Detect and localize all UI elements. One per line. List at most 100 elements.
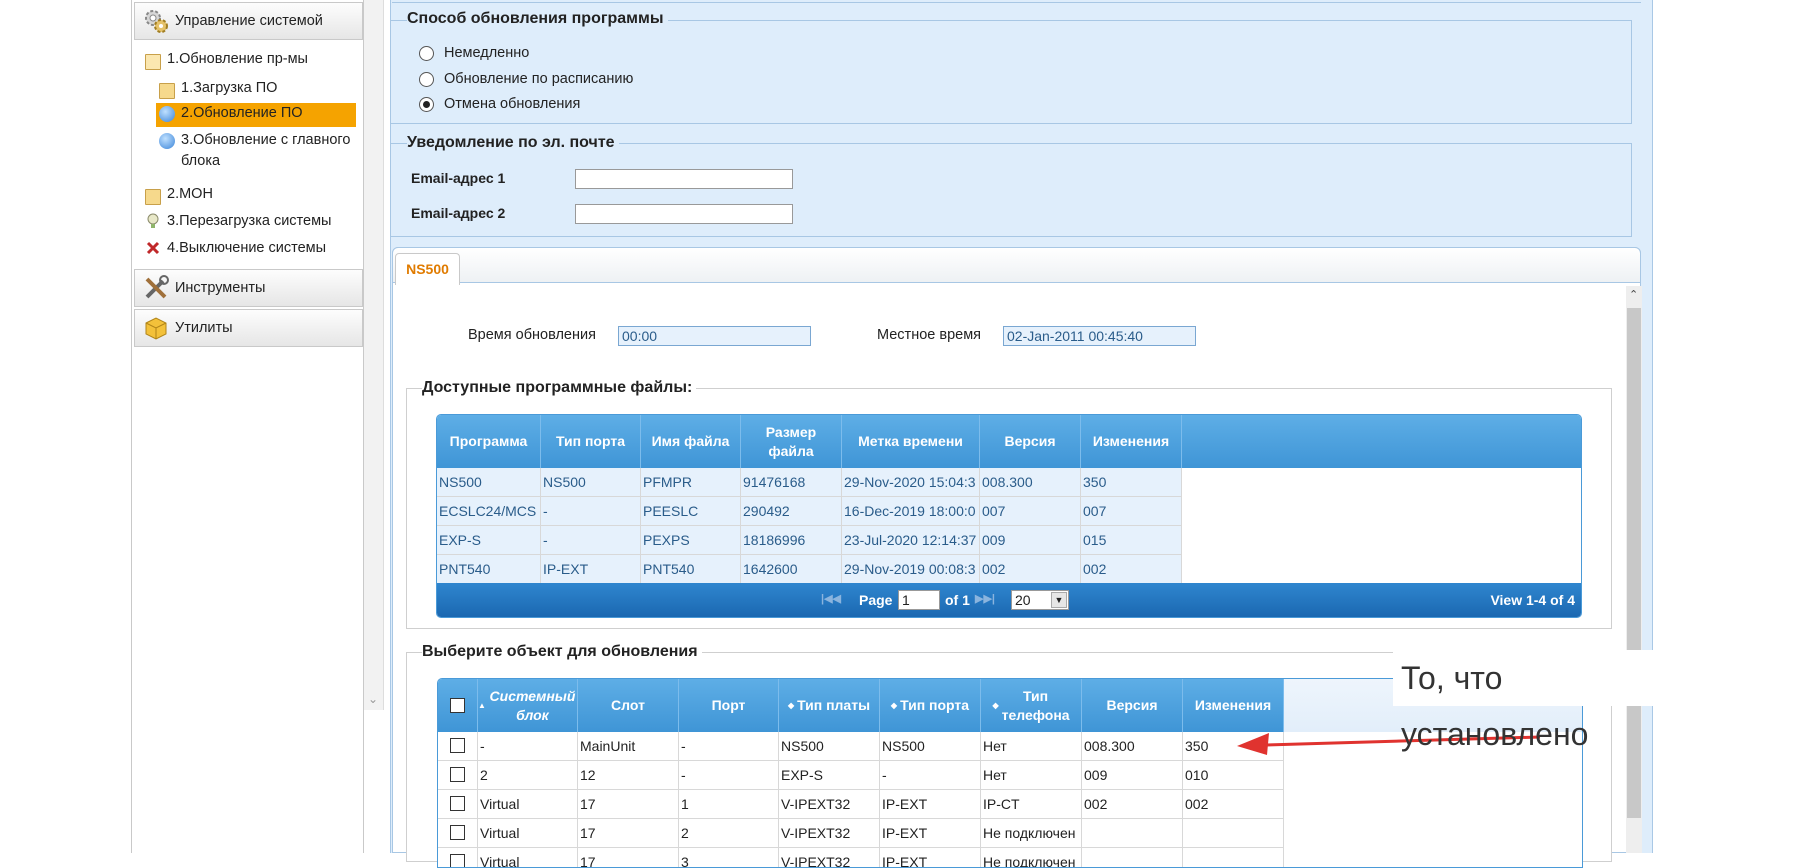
col-timestamp[interactable]: Метка времени xyxy=(842,415,980,468)
col-label: Тип платы xyxy=(797,697,871,713)
chevron-down-icon: ⌄ xyxy=(368,692,379,706)
sidebar-item-software-upgrade[interactable]: 2.Обновление ПО xyxy=(156,103,356,127)
table-cell xyxy=(1183,819,1284,848)
sidebar-item-mon[interactable]: 2.МОН xyxy=(145,184,213,205)
row-checkbox[interactable] xyxy=(450,738,465,753)
col-version[interactable]: Версия xyxy=(980,415,1081,468)
table-cell: Virtual xyxy=(478,790,578,819)
table-row[interactable]: PNT540 IP-EXT PNT540 1642600 29-Nov-2019 00:… xyxy=(437,555,1581,584)
radio-label: Обновление по расписанию xyxy=(444,71,634,87)
tab-ns500[interactable]: NS500 xyxy=(395,253,460,285)
pager-first-icon[interactable]: |◀◀ xyxy=(821,592,841,605)
table-cell: 17 xyxy=(578,819,679,848)
scrollbar-thumb[interactable] xyxy=(1627,308,1641,818)
table-row[interactable]: NS500 NS500 PFMPR 91476168 29-Nov-2020 15:04… xyxy=(437,468,1581,497)
close-icon xyxy=(145,240,161,256)
email-1-input[interactable] xyxy=(575,169,793,189)
table-row[interactable]: 2 12- EXP-S - Нет 009 010 xyxy=(438,761,1582,790)
table-cell: EXP-S xyxy=(779,761,880,790)
update-time-input[interactable] xyxy=(618,326,811,346)
table-cell: V-IPEXT32 xyxy=(779,790,880,819)
sidebar-item-shutdown[interactable]: 4.Выключение системы xyxy=(145,238,326,259)
table-cell: 002 xyxy=(1183,790,1284,819)
col-program[interactable]: Программа xyxy=(437,415,541,468)
row-checkbox[interactable] xyxy=(450,854,465,867)
col-phone-type[interactable]: ◆ Тип телефона xyxy=(981,679,1082,732)
select-all-checkbox[interactable] xyxy=(450,698,465,713)
table-cell: 12 xyxy=(578,761,679,790)
radio-circle[interactable] xyxy=(419,71,434,87)
email-2-input[interactable] xyxy=(575,204,793,224)
table-cell: PEESLC xyxy=(641,497,741,526)
table-cell: - xyxy=(541,526,641,555)
row-checkbox[interactable] xyxy=(450,796,465,811)
table-cell: 1 xyxy=(679,790,779,819)
table-cell: 002 xyxy=(1081,555,1182,584)
sidebar: Управление системой 1.Обновление пр-мы 1… xyxy=(131,0,364,853)
table-cell: 3 xyxy=(679,848,779,867)
table-cell: Не подключен xyxy=(981,819,1082,848)
pager-page-input[interactable] xyxy=(898,590,940,610)
grid-header: Программа Тип порта Имя файла Размер фай… xyxy=(437,415,1581,468)
sidebar-item-update-from-main[interactable]: 3.Обновление с главного блока xyxy=(159,130,359,172)
sidebar-item-restart[interactable]: 3.Перезагрузка системы xyxy=(145,211,331,232)
table-cell: 002 xyxy=(980,555,1081,584)
table-cell: IP-EXT xyxy=(880,848,981,867)
col-system-unit[interactable]: ▲ Системный блок xyxy=(478,679,578,732)
col-changes[interactable]: Изменения xyxy=(1081,415,1182,468)
table-row[interactable]: ECSLC24/MCS - PEESLC 290492 16-Dec-2019 18:0… xyxy=(437,497,1581,526)
tools-icon xyxy=(143,275,169,301)
radio-circle[interactable] xyxy=(419,96,434,112)
sidebar-item-software-download[interactable]: 1.Загрузка ПО xyxy=(159,78,277,99)
table-cell: - xyxy=(880,761,981,790)
local-time-input[interactable] xyxy=(1003,326,1196,346)
col-slot[interactable]: Слот xyxy=(578,679,679,732)
radio-circle[interactable] xyxy=(419,45,434,61)
content-scrollbar[interactable]: ⌃ xyxy=(1626,286,1642,853)
col-file-name[interactable]: Имя файла xyxy=(641,415,741,468)
info-icon xyxy=(159,106,175,122)
table-cell: 2 xyxy=(679,819,779,848)
row-checkbox-cell xyxy=(438,732,478,761)
sidebar-item-label: 4.Выключение системы xyxy=(167,240,327,256)
section-system-management[interactable]: Управление системой xyxy=(134,2,363,40)
col-version[interactable]: Версия xyxy=(1082,679,1183,732)
table-cell: PFMPR xyxy=(641,468,741,497)
row-checkbox[interactable] xyxy=(450,767,465,782)
email-2-label: Email-адрес 2 xyxy=(411,205,506,221)
col-file-size[interactable]: Размер файла xyxy=(741,415,842,468)
col-board-type[interactable]: ◆ Тип платы xyxy=(779,679,880,732)
table-cell: NS500 xyxy=(437,468,541,497)
pager-of-label: of 1 xyxy=(945,592,970,608)
table-row[interactable]: Virtual 17 3 V-IPEXT32 IP-EXT Не подключен xyxy=(438,848,1582,867)
pager-next-icon[interactable]: ▶▶| xyxy=(975,592,995,605)
col-port-type[interactable]: ◆ Тип порта xyxy=(880,679,981,732)
sort-icon: ◆ xyxy=(992,701,999,710)
table-cell: 16-Dec-2019 18:00:0 xyxy=(842,497,980,526)
radio-cancel[interactable]: Отмена обновления xyxy=(419,96,580,112)
col-port[interactable]: Порт xyxy=(679,679,779,732)
table-cell: ECSLC24/MCS xyxy=(437,497,541,526)
col-port-type[interactable]: Тип порта xyxy=(541,415,641,468)
top-divider xyxy=(392,0,1641,3)
section-utilities[interactable]: Утилиты xyxy=(134,309,363,347)
radio-scheduled[interactable]: Обновление по расписанию xyxy=(419,71,633,87)
col-label: Тип порта xyxy=(900,697,970,713)
chevron-down-icon[interactable]: ▼ xyxy=(1051,592,1067,608)
row-checkbox[interactable] xyxy=(450,825,465,840)
sidebar-scrollbar[interactable]: ⌄ xyxy=(364,0,384,710)
email-1-label: Email-адрес 1 xyxy=(411,170,506,186)
col-select-all[interactable] xyxy=(438,679,478,732)
folder-icon xyxy=(159,83,175,99)
table-cell xyxy=(1082,819,1183,848)
table-row[interactable]: EXP-S - PEXPS 18186996 23-Jul-2020 12:14:37 0… xyxy=(437,526,1581,555)
table-row[interactable]: Virtual 17 2 V-IPEXT32 IP-EXT Не подключен xyxy=(438,819,1582,848)
table-row[interactable]: Virtual 17 1 V-IPEXT32 IP-EXT IP-CT 002 002 xyxy=(438,790,1582,819)
table-cell: IP-EXT xyxy=(541,555,641,584)
section-tools[interactable]: Инструменты xyxy=(134,269,363,307)
pager-per-page-select[interactable]: 20 ▼ xyxy=(1011,590,1069,610)
table-cell: Нет xyxy=(981,761,1082,790)
table-cell: NS500 xyxy=(880,732,981,761)
radio-immediately[interactable]: Немедленно xyxy=(419,45,529,61)
sidebar-item-software-update[interactable]: 1.Обновление пр-мы xyxy=(145,49,308,70)
